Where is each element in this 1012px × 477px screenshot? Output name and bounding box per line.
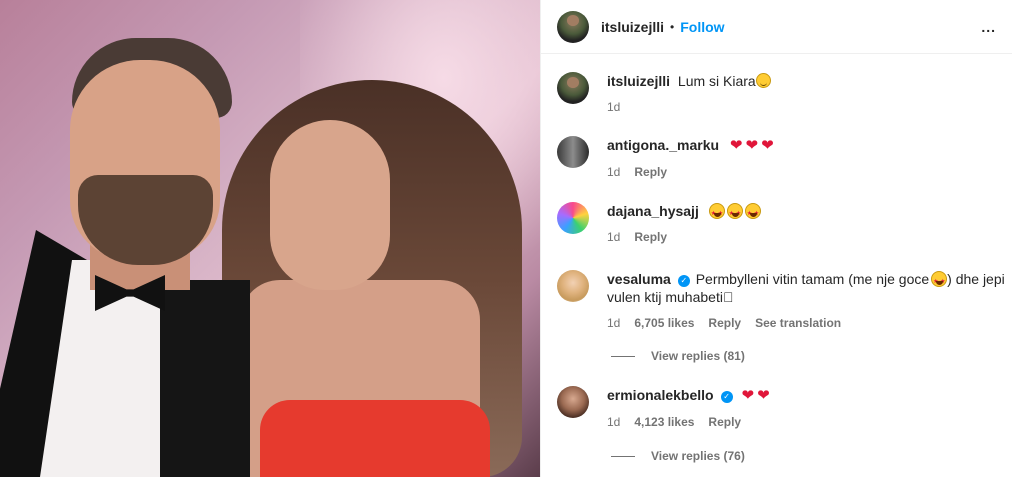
comment-likes[interactable]: 6,705 likes bbox=[634, 316, 694, 330]
comment-username[interactable]: dajana_hysajj bbox=[607, 203, 699, 219]
comment-username[interactable]: vesaluma bbox=[607, 271, 671, 287]
commenter-avatar[interactable] bbox=[557, 136, 589, 168]
caption-text: Lum si Kiara bbox=[677, 73, 756, 89]
commenter-avatar[interactable] bbox=[557, 386, 589, 418]
red-heart-icon: ❤ bbox=[729, 137, 743, 154]
comment-likes[interactable]: 4,123 likes bbox=[634, 415, 694, 429]
post-photo[interactable] bbox=[0, 0, 540, 477]
reply-button[interactable]: Reply bbox=[634, 230, 667, 244]
more-options-icon[interactable]: ... bbox=[981, 19, 996, 35]
view-replies-button[interactable]: View replies (76) bbox=[611, 449, 745, 463]
view-replies-button[interactable]: View replies (81) bbox=[611, 349, 745, 363]
view-replies-label[interactable]: View replies (76) bbox=[651, 449, 745, 463]
comment-item: dajana_hysajj 1d Reply bbox=[557, 202, 761, 244]
comment-time[interactable]: 1d bbox=[607, 230, 620, 244]
star-struck-face-icon bbox=[744, 203, 761, 223]
reply-button[interactable]: Reply bbox=[708, 316, 741, 330]
smiling-face-icon bbox=[755, 73, 771, 88]
photo-figure-woman-face bbox=[270, 120, 390, 290]
comment-time[interactable]: 1d bbox=[607, 165, 620, 179]
verified-badge-icon: ✓ bbox=[677, 275, 690, 287]
caption-username[interactable]: itsluizejlli bbox=[607, 73, 670, 89]
instagram-post: itsluizejlli • Follow ... itsluizejlli L… bbox=[0, 0, 1012, 477]
replies-divider bbox=[611, 355, 635, 357]
red-heart-icon: ❤ bbox=[745, 137, 759, 154]
comment-username[interactable]: antigona._marku bbox=[607, 137, 719, 153]
owner-username[interactable]: itsluizejlli bbox=[601, 19, 664, 35]
red-heart-icon: ❤ bbox=[741, 387, 755, 404]
comment-time[interactable]: 1d bbox=[607, 415, 620, 429]
star-struck-face-icon bbox=[708, 203, 725, 223]
caption-time[interactable]: 1d bbox=[607, 100, 620, 114]
star-struck-face-icon bbox=[726, 203, 743, 223]
view-replies-label[interactable]: View replies (81) bbox=[651, 349, 745, 363]
commenter-avatar[interactable] bbox=[557, 202, 589, 234]
photo-figure-man-jacket-right bbox=[160, 280, 250, 477]
comment-text-line2: vulen ktij muhabeti bbox=[607, 289, 734, 305]
caption-avatar[interactable] bbox=[557, 72, 589, 104]
post-side-panel: itsluizejlli • Follow ... itsluizejlli L… bbox=[540, 0, 1012, 477]
reply-button[interactable]: Reply bbox=[708, 415, 741, 429]
comment-item: antigona._marku ❤ ❤ ❤ 1d Reply bbox=[557, 136, 774, 179]
owner-avatar[interactable] bbox=[557, 10, 589, 43]
red-heart-icon: ❤ bbox=[757, 387, 770, 404]
comment-username[interactable]: ermionalekbello bbox=[607, 387, 714, 403]
follow-button[interactable]: Follow bbox=[680, 19, 724, 35]
comment-text: Permbylleni vitin tamam (me nje goce bbox=[695, 271, 930, 287]
star-struck-face-icon bbox=[931, 271, 948, 291]
see-translation-button[interactable]: See translation bbox=[755, 316, 841, 330]
commenter-avatar[interactable] bbox=[557, 270, 589, 302]
comment-text-continued: ) dhe jepi bbox=[947, 271, 1005, 287]
separator-dot: • bbox=[670, 19, 675, 34]
comment-item: ermionalekbello ✓ ❤ ❤ 1d 4,123 likes Reply bbox=[557, 386, 770, 429]
post-header: itsluizejlli • Follow ... bbox=[541, 0, 1012, 54]
verified-badge-icon: ✓ bbox=[720, 391, 733, 403]
photo-figure-red-dress bbox=[260, 400, 490, 477]
caption-item: itsluizejlli Lum si Kiara 1d bbox=[557, 72, 771, 114]
comment-item: vesaluma ✓ Permbylleni vitin tamam (me nj… bbox=[557, 270, 1005, 330]
comment-time[interactable]: 1d bbox=[607, 316, 620, 330]
red-heart-icon: ❤ bbox=[761, 137, 774, 154]
replies-divider bbox=[611, 455, 635, 457]
reply-button[interactable]: Reply bbox=[634, 165, 667, 179]
